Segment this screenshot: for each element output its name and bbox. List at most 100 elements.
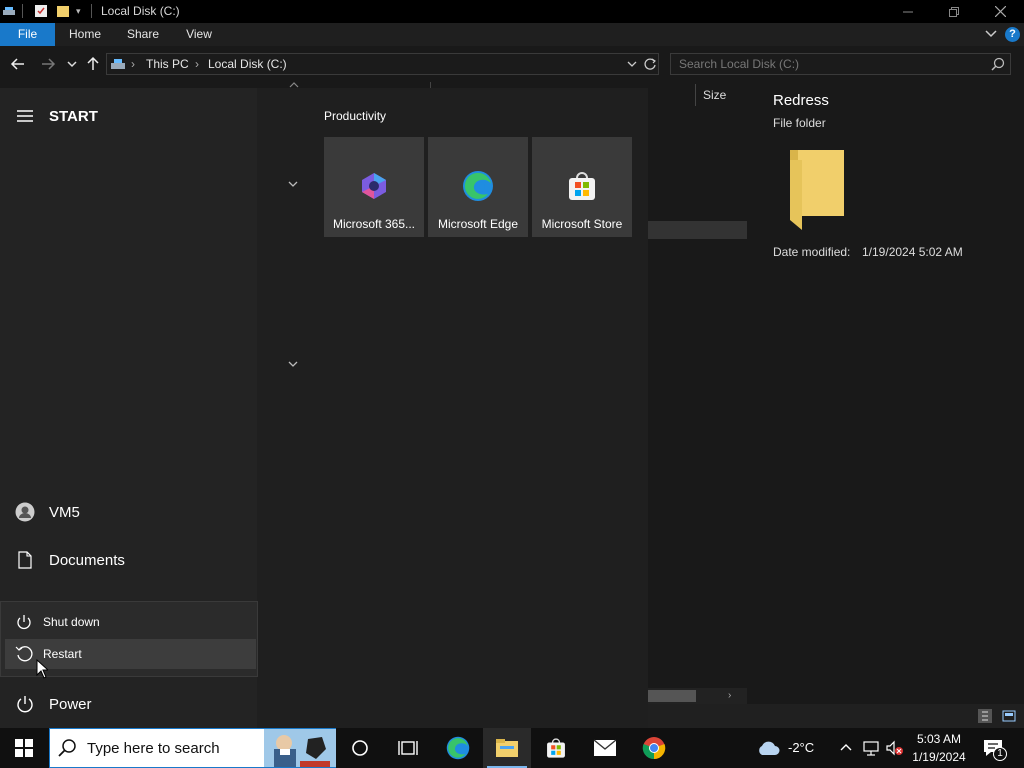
search-icon — [58, 739, 76, 757]
breadcrumb-this-pc[interactable]: This PC — [146, 57, 189, 71]
network-icon[interactable] — [863, 740, 879, 756]
rail-user[interactable]: VM5 — [0, 488, 257, 536]
power-icon — [0, 695, 49, 713]
tile-label: Microsoft Edge — [437, 217, 519, 231]
restore-button[interactable] — [931, 0, 977, 23]
help-icon[interactable]: ? — [1005, 27, 1020, 42]
large-icons-view-icon[interactable] — [1002, 709, 1016, 723]
recent-locations-icon[interactable] — [67, 59, 77, 69]
tab-home[interactable]: Home — [60, 23, 110, 46]
mail-icon[interactable] — [581, 728, 629, 768]
search-placeholder: Search Local Disk (C:) — [679, 57, 800, 71]
shut-down-option[interactable]: Shut down — [5, 607, 256, 637]
search-box[interactable]: Search Local Disk (C:) — [670, 53, 1011, 75]
store-taskbar-icon[interactable] — [532, 728, 580, 768]
hamburger-icon[interactable] — [0, 110, 49, 122]
forward-icon[interactable] — [40, 56, 56, 72]
user-name: VM5 — [49, 503, 80, 521]
store-icon — [566, 170, 598, 202]
details-name: Redress — [773, 92, 829, 109]
shut-down-label: Shut down — [43, 615, 100, 629]
address-dropdown-icon[interactable] — [627, 59, 637, 69]
weather-temp[interactable]: -2°C — [788, 740, 814, 755]
file-explorer-taskbar-icon[interactable] — [483, 728, 531, 768]
window-title: Local Disk (C:) — [101, 4, 180, 18]
task-view-icon[interactable] — [384, 728, 432, 768]
details-pane: Redress File folder Date modified: 1/19/… — [750, 82, 1024, 704]
power-label: Power — [49, 695, 92, 713]
scrollbar-thumb[interactable] — [648, 690, 696, 702]
taskbar: Type here to search -2°C 5:03 AM 1/19/20… — [0, 728, 1024, 768]
tile-label: Microsoft 365... — [332, 217, 416, 231]
edge-icon — [462, 170, 494, 202]
properties-icon[interactable] — [34, 4, 48, 18]
volume-muted-icon[interactable] — [886, 740, 904, 756]
horizontal-scrollbar[interactable]: › — [648, 688, 747, 704]
search-icon[interactable] — [991, 57, 1005, 71]
mouse-cursor — [36, 659, 48, 679]
weather-cloud-icon[interactable] — [756, 739, 780, 757]
tab-view[interactable]: View — [176, 23, 222, 46]
title-bar: ▾ Local Disk (C:) — [0, 0, 1024, 23]
start-button[interactable] — [0, 728, 48, 768]
minimize-button[interactable] — [885, 0, 931, 23]
tile-group-title[interactable]: Productivity — [324, 109, 386, 123]
back-icon[interactable] — [10, 56, 26, 72]
expand-ribbon-icon[interactable] — [985, 27, 997, 39]
chrome-icon[interactable] — [630, 728, 678, 768]
microsoft-365-icon — [358, 170, 390, 202]
collapse-group-icon[interactable] — [288, 360, 298, 368]
start-header[interactable]: START — [0, 92, 257, 140]
taskbar-search-placeholder: Type here to search — [87, 740, 220, 757]
show-hidden-icons-icon[interactable] — [840, 742, 852, 752]
documents-label: Documents — [49, 551, 125, 569]
cortana-icon[interactable] — [336, 728, 384, 768]
breadcrumb-local-disk[interactable]: Local Disk (C:) — [208, 57, 287, 71]
tile-microsoft-edge[interactable]: Microsoft Edge — [428, 137, 528, 237]
column-header-size[interactable]: Size — [703, 88, 726, 102]
new-folder-icon[interactable] — [56, 4, 70, 18]
date-modified-value: 1/19/2024 5:02 AM — [862, 245, 963, 259]
rail-documents[interactable]: Documents — [0, 536, 257, 584]
folder-icon — [788, 148, 848, 234]
user-icon — [0, 502, 49, 522]
details-type: File folder — [773, 116, 826, 130]
column-divider — [695, 84, 696, 106]
customize-quick-access-icon[interactable]: ▾ — [76, 6, 81, 17]
clock-time[interactable]: 5:03 AM — [910, 732, 968, 746]
tab-share[interactable]: Share — [120, 23, 166, 46]
clock-date[interactable]: 1/19/2024 — [907, 750, 971, 764]
selected-row[interactable] — [648, 221, 747, 239]
start-title: START — [49, 107, 98, 125]
edge-taskbar-icon[interactable] — [434, 728, 482, 768]
address-bar[interactable]: › This PC › Local Disk (C:) — [106, 53, 659, 75]
document-icon — [0, 551, 49, 569]
tile-label: Microsoft Store — [541, 217, 623, 231]
tile-microsoft-store[interactable]: Microsoft Store — [532, 137, 632, 237]
collapse-group-icon[interactable] — [288, 180, 298, 188]
rail-power[interactable]: Power — [0, 680, 257, 728]
ribbon-tabs: File Home Share View ? — [0, 23, 1024, 46]
divider — [430, 82, 431, 88]
close-button[interactable] — [977, 0, 1023, 23]
navigation-bar: › This PC › Local Disk (C:) Search Local… — [0, 46, 1024, 82]
separator — [91, 4, 92, 18]
search-highlight-illustration — [264, 729, 336, 767]
drive-icon — [110, 57, 126, 71]
power-icon — [5, 614, 43, 630]
refresh-icon[interactable] — [643, 57, 657, 71]
drive-icon — [2, 4, 16, 18]
up-icon[interactable] — [85, 56, 101, 72]
taskbar-search-box[interactable]: Type here to search — [49, 728, 336, 768]
scroll-right-icon[interactable]: › — [728, 690, 731, 701]
date-modified-label: Date modified: — [773, 245, 851, 259]
restart-label: Restart — [43, 647, 82, 661]
breadcrumb-separator: › — [195, 57, 199, 71]
breadcrumb-separator: › — [131, 57, 135, 71]
details-view-icon[interactable] — [978, 709, 992, 723]
notification-count-badge: 1 — [993, 747, 1007, 761]
scroll-up-icon[interactable] — [289, 81, 299, 89]
separator — [22, 4, 23, 18]
tab-file[interactable]: File — [0, 23, 55, 46]
tile-microsoft-365[interactable]: Microsoft 365... — [324, 137, 424, 237]
